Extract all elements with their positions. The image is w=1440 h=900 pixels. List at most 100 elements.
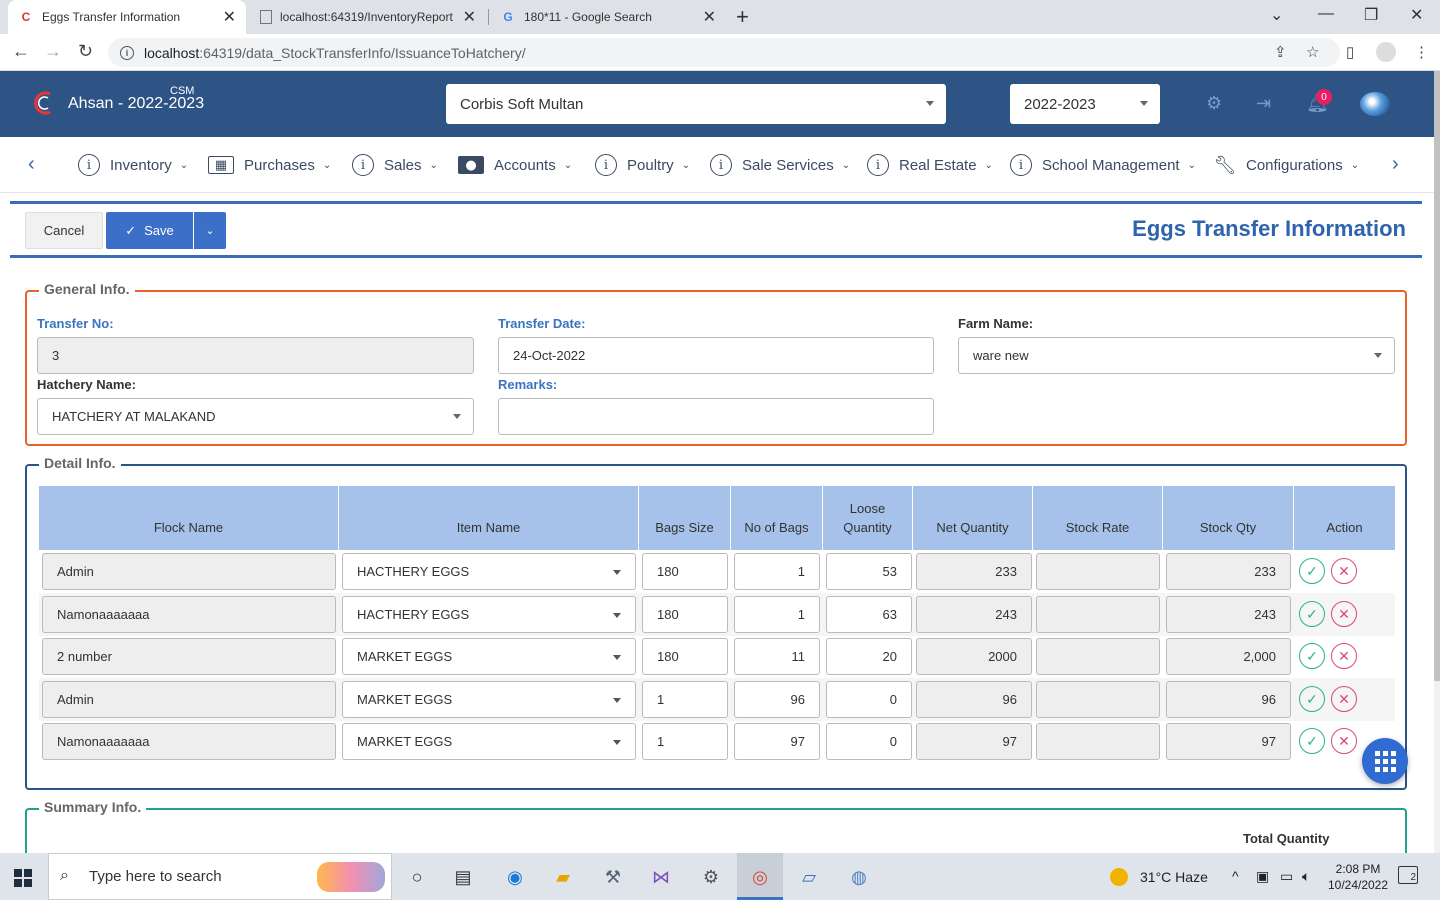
weather-widget[interactable]: 31°C Haze: [1110, 868, 1208, 886]
loose-quantity-input[interactable]: 63: [826, 596, 912, 633]
bags-size-input[interactable]: 1: [642, 681, 728, 718]
logout-icon[interactable]: ⇥: [1256, 93, 1271, 114]
notepad-icon[interactable]: ▱: [796, 865, 822, 889]
transfer-date-field[interactable]: 24-Oct-2022: [498, 337, 934, 374]
tab-search-icon[interactable]: ⌄: [1270, 5, 1283, 25]
menu-scroll-right-icon[interactable]: ›: [1392, 153, 1399, 176]
gear-icon[interactable]: ⚙: [1206, 93, 1222, 114]
browser-tab[interactable]: G 180*11 - Google Search ✕: [490, 0, 726, 34]
minimize-icon[interactable]: —: [1318, 5, 1334, 23]
loose-quantity-input[interactable]: 53: [826, 553, 912, 590]
browser-tab-active[interactable]: C Eggs Transfer Information ✕: [8, 0, 246, 34]
flock-name-cell[interactable]: Namonaaaaaaa: [42, 723, 336, 760]
menu-inventory[interactable]: i Inventory ⌄: [78, 151, 188, 179]
item-name-select[interactable]: HACTHERY EGGS: [342, 596, 636, 633]
close-icon[interactable]: ✕: [463, 7, 476, 27]
cortana-icon[interactable]: ○: [404, 865, 430, 889]
visual-studio-icon[interactable]: ⋈: [648, 865, 674, 889]
confirm-row-icon[interactable]: ✓: [1299, 643, 1325, 669]
chevron-up-icon[interactable]: ^: [1232, 868, 1239, 884]
menu-scroll-left-icon[interactable]: ‹: [28, 153, 35, 176]
item-name-select[interactable]: MARKET EGGS: [342, 723, 636, 760]
menu-sale-services[interactable]: i Sale Services ⌄: [710, 151, 850, 179]
delete-row-icon[interactable]: ✕: [1331, 728, 1357, 754]
confirm-row-icon[interactable]: ✓: [1299, 686, 1325, 712]
device-icon[interactable]: ▣: [1256, 868, 1269, 885]
no-of-bags-input[interactable]: 96: [734, 681, 820, 718]
volume-icon[interactable]: 🔈︎: [1302, 868, 1310, 885]
loose-quantity-input[interactable]: 0: [826, 723, 912, 760]
browser-tab[interactable]: localhost:64319/InventoryReport ✕: [250, 0, 486, 34]
profile-icon[interactable]: [1376, 42, 1396, 62]
loose-quantity-input[interactable]: 0: [826, 681, 912, 718]
edge-icon[interactable]: ◉: [502, 865, 528, 889]
reload-icon[interactable]: ↻: [78, 41, 93, 62]
no-of-bags-input[interactable]: 11: [734, 638, 820, 675]
menu-configurations[interactable]: 🔧︎ Configurations ⌄: [1214, 151, 1360, 179]
avatar[interactable]: [1360, 92, 1390, 116]
bags-size-input[interactable]: 180: [642, 638, 728, 675]
flock-name-cell[interactable]: Admin: [42, 681, 336, 718]
share-icon[interactable]: ⇪: [1274, 43, 1287, 61]
delete-row-icon[interactable]: ✕: [1331, 558, 1357, 584]
action-center-icon[interactable]: 2: [1398, 866, 1418, 884]
site-info-icon[interactable]: i: [120, 45, 134, 60]
menu-poultry[interactable]: i Poultry ⌄: [595, 151, 690, 179]
windows-start-icon[interactable]: [14, 869, 32, 887]
restore-icon[interactable]: ❐: [1364, 5, 1378, 25]
company-select[interactable]: Corbis Soft Multan: [446, 84, 946, 124]
menu-school-management[interactable]: i School Management ⌄: [1010, 151, 1196, 179]
delete-row-icon[interactable]: ✕: [1331, 643, 1357, 669]
confirm-row-icon[interactable]: ✓: [1299, 728, 1325, 754]
url-field[interactable]: i localhost:64319/data_StockTransferInfo…: [108, 38, 1340, 67]
flock-name-cell[interactable]: Namonaaaaaaa: [42, 596, 336, 633]
item-name-select[interactable]: HACTHERY EGGS: [342, 553, 636, 590]
close-icon[interactable]: ✕: [223, 7, 236, 27]
confirm-row-icon[interactable]: ✓: [1299, 558, 1325, 584]
bookmark-star-icon[interactable]: ☆: [1306, 43, 1319, 61]
item-name-select[interactable]: MARKET EGGS: [342, 681, 636, 718]
farm-name-select[interactable]: ware new: [958, 337, 1395, 374]
delete-row-icon[interactable]: ✕: [1331, 686, 1357, 712]
transfer-no-field[interactable]: 3: [37, 337, 474, 374]
no-of-bags-input[interactable]: 1: [734, 553, 820, 590]
tools-app-icon[interactable]: ⚒: [600, 865, 626, 889]
bags-size-input[interactable]: 180: [642, 596, 728, 633]
flock-name-cell[interactable]: 2 number: [42, 638, 336, 675]
year-select[interactable]: 2022-2023: [1010, 84, 1160, 124]
flock-name-cell[interactable]: Admin: [42, 553, 336, 590]
apps-grid-button[interactable]: [1362, 738, 1408, 784]
file-explorer-icon[interactable]: ▰: [550, 865, 576, 889]
menu-sales[interactable]: i Sales ⌄: [352, 151, 438, 179]
taskbar-search-field[interactable]: Type here to search: [48, 853, 392, 900]
page-scrollbar-thumb[interactable]: [1434, 71, 1440, 681]
bags-size-input[interactable]: 1: [642, 723, 728, 760]
save-options-button[interactable]: ⌄: [194, 212, 226, 249]
bags-size-input[interactable]: 180: [642, 553, 728, 590]
back-icon[interactable]: ←: [12, 41, 30, 62]
menu-purchases[interactable]: ▦ Purchases ⌄: [208, 151, 331, 179]
kebab-menu-icon[interactable]: ⋮: [1414, 43, 1429, 61]
network-icon[interactable]: ▭: [1280, 868, 1293, 885]
sidebar-icon[interactable]: ▯: [1346, 43, 1354, 61]
close-icon[interactable]: ✕: [703, 7, 716, 27]
window-close-icon[interactable]: ✕: [1410, 5, 1423, 25]
item-name-select[interactable]: MARKET EGGS: [342, 638, 636, 675]
paint-icon[interactable]: ◍: [846, 865, 872, 889]
cancel-button[interactable]: Cancel: [25, 212, 103, 249]
confirm-row-icon[interactable]: ✓: [1299, 601, 1325, 627]
save-button[interactable]: ✓ Save: [106, 212, 193, 249]
task-view-icon[interactable]: ▤: [450, 865, 476, 889]
no-of-bags-input[interactable]: 1: [734, 596, 820, 633]
no-of-bags-input[interactable]: 97: [734, 723, 820, 760]
menu-real-estate[interactable]: i Real Estate ⌄: [867, 151, 993, 179]
loose-quantity-input[interactable]: 20: [826, 638, 912, 675]
hatchery-name-select[interactable]: HATCHERY AT MALAKAND: [37, 398, 474, 435]
forward-icon[interactable]: →: [44, 41, 62, 62]
remarks-field[interactable]: [498, 398, 934, 435]
menu-accounts[interactable]: ● Accounts ⌄: [458, 151, 572, 179]
new-tab-icon[interactable]: +: [736, 4, 749, 30]
delete-row-icon[interactable]: ✕: [1331, 601, 1357, 627]
taskbar-clock[interactable]: 2:08 PM 10/24/2022: [1322, 861, 1394, 893]
sql-tool-icon[interactable]: ⚙: [698, 865, 724, 889]
